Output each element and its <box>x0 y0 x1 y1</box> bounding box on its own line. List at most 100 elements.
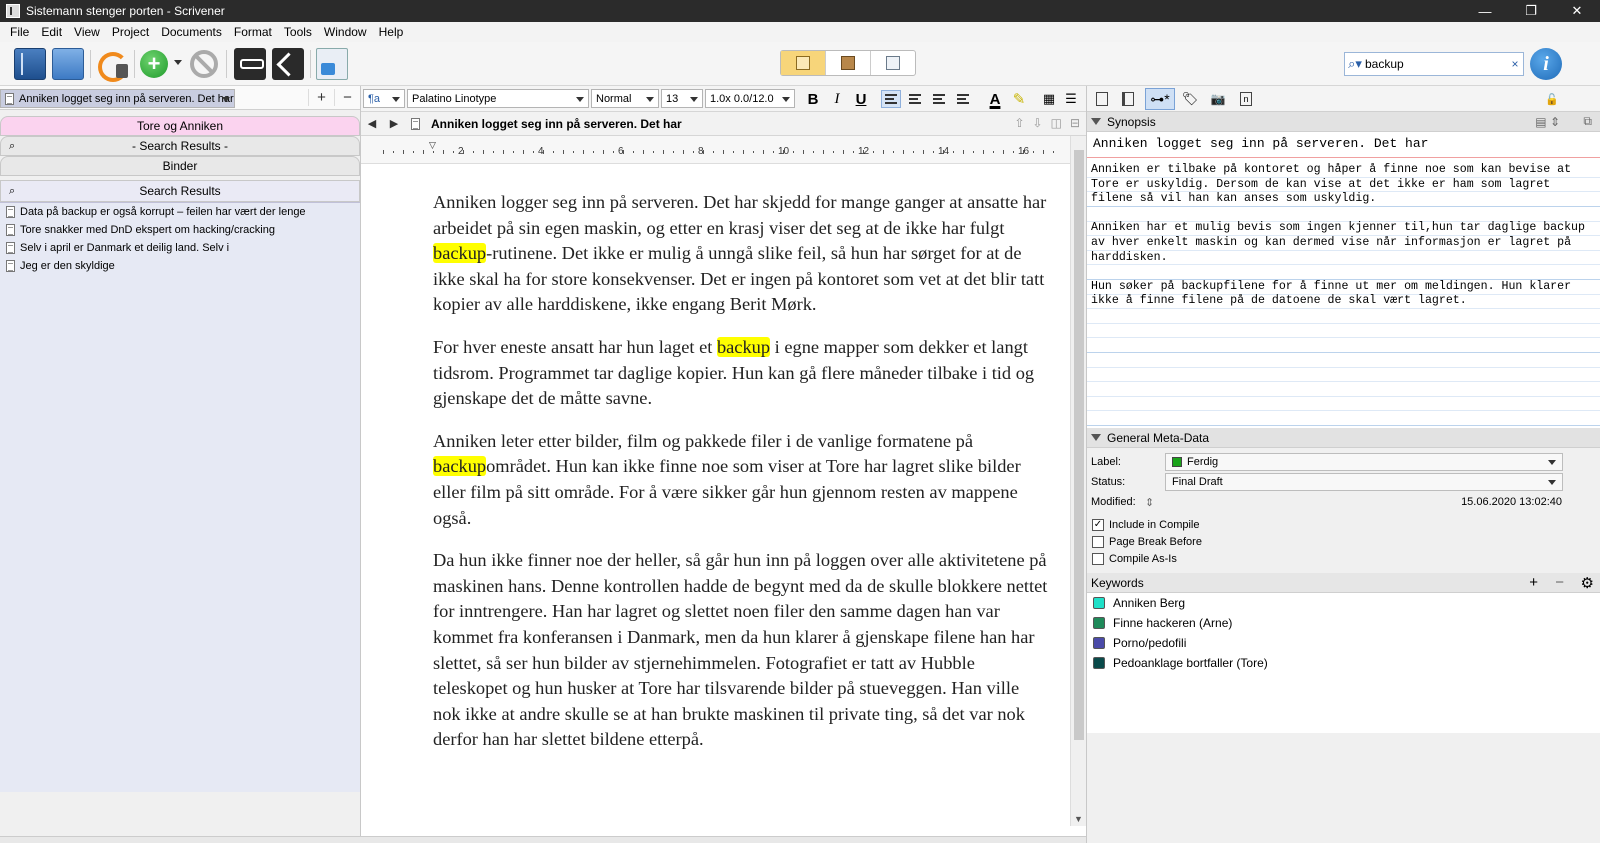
outliner-view-button[interactable] <box>871 51 915 75</box>
notes-tab-icon[interactable] <box>1091 88 1113 110</box>
split-vertical-icon[interactable]: ◫ <box>1051 116 1062 130</box>
synopsis-mode-icon[interactable]: ▤ ⇕ <box>1535 115 1560 129</box>
forward-arrow-icon[interactable]: ▶ <box>383 117 405 130</box>
scroll-down-icon[interactable]: ▼ <box>1074 814 1083 824</box>
compile-icon[interactable] <box>316 48 348 80</box>
sync-icon[interactable] <box>96 48 128 82</box>
align-left-button[interactable] <box>881 90 901 108</box>
keywords-tab-icon[interactable]: ⊶* <box>1145 88 1175 110</box>
menu-file[interactable]: File <box>4 25 35 39</box>
table-icon[interactable]: ▦ <box>1039 90 1059 108</box>
align-justify-button[interactable] <box>929 90 949 108</box>
keyword-item[interactable]: Finne hackeren (Arne) <box>1087 613 1600 633</box>
keyword-label: Anniken Berg <box>1113 596 1186 610</box>
highlight-color-icon[interactable]: ✎ <box>1009 90 1029 108</box>
inspector-tabs: ⊶* 🏷 📷 n 🔓 <box>1087 86 1600 112</box>
editor-document-title[interactable]: Anniken logget seg inn på serveren. Det … <box>431 117 682 131</box>
composition-mode-icon[interactable] <box>272 48 304 80</box>
editor-scrollbar[interactable]: ▼ <box>1070 136 1086 826</box>
active-collection-header: ⌕ Search Results <box>0 180 360 202</box>
list-item[interactable]: Selv i april er Danmark et deilig land. … <box>0 239 360 257</box>
inspector-toggle-icon[interactable]: i <box>1530 48 1562 80</box>
delete-disabled-icon[interactable] <box>190 50 218 78</box>
gear-icon[interactable]: ⚙ <box>1581 574 1594 592</box>
keyword-item[interactable]: Anniken Berg <box>1087 593 1600 613</box>
back-arrow-icon[interactable]: ◀ <box>361 117 383 130</box>
metadata-tab-icon[interactable]: 🏷 <box>1179 88 1201 110</box>
underline-button[interactable]: U <box>851 90 871 108</box>
menu-project[interactable]: Project <box>106 25 155 39</box>
status-select[interactable]: Final Draft <box>1165 473 1563 491</box>
ruler-tick <box>1043 150 1044 154</box>
comments-tab-icon[interactable]: n <box>1235 88 1257 110</box>
remove-collection-button[interactable]: − <box>334 89 360 106</box>
keywords-icon[interactable] <box>234 48 266 80</box>
add-dropdown-arrow-icon[interactable] <box>174 60 182 65</box>
collection-tab-tore-og-anniken[interactable]: Tore og Anniken <box>0 116 360 136</box>
synopsis-header[interactable]: Synopsis ▤ ⇕ ⧉ <box>1087 112 1600 132</box>
list-icon[interactable]: ☰ <box>1061 90 1081 108</box>
font-weight-select[interactable]: Normal <box>591 89 659 108</box>
menu-format[interactable]: Format <box>228 25 278 39</box>
add-collection-button[interactable]: + <box>308 89 334 106</box>
close-window-button[interactable]: ✕ <box>1554 0 1600 22</box>
search-icon[interactable]: ⌕▾ <box>1345 56 1365 72</box>
binder-toggle-icon[interactable] <box>14 48 46 80</box>
add-keyword-button[interactable]: + <box>1529 574 1538 591</box>
page-break-before-checkbox[interactable] <box>1092 535 1104 548</box>
font-size-select[interactable]: 13 <box>661 89 703 108</box>
collection-tab-binder[interactable]: Binder <box>0 156 360 176</box>
ruler-tick <box>693 151 694 153</box>
collection-tab-search-results[interactable]: ⌕ - Search Results - <box>0 136 360 156</box>
line-spacing-select[interactable]: 1.0x 0.0/12.0 <box>705 89 795 108</box>
font-family-select[interactable]: Palatino Linotype <box>407 89 589 108</box>
clear-search-icon[interactable]: × <box>1507 57 1523 71</box>
corkboard-view-button[interactable] <box>826 51 871 75</box>
document-text[interactable]: Anniken logger seg inn på serveren. Det … <box>433 190 1048 770</box>
menu-edit[interactable]: Edit <box>35 25 68 39</box>
list-item[interactable]: Tore snakker med DnD ekspert om hacking/… <box>0 221 360 239</box>
keyword-item[interactable]: Porno/pedofili <box>1087 633 1600 653</box>
synopsis-text[interactable]: Anniken er tilbake på kontoret og håper … <box>1087 158 1600 428</box>
align-center-button[interactable] <box>905 90 925 108</box>
scrollbar-thumb[interactable] <box>1074 150 1084 740</box>
label-select[interactable]: Ferdig <box>1165 453 1563 471</box>
indent-marker-icon[interactable]: ▽ <box>429 140 436 151</box>
list-item[interactable]: Data på backup er også korrupt – feilen … <box>0 203 360 221</box>
bold-button[interactable]: B <box>803 90 823 108</box>
synopsis-image-icon[interactable]: ⧉ <box>1583 114 1592 129</box>
align-right-button[interactable] <box>953 90 973 108</box>
add-document-icon[interactable]: + <box>140 50 168 78</box>
references-tab-icon[interactable] <box>1117 88 1139 110</box>
paragraph-style-select[interactable]: ¶a <box>363 89 405 108</box>
date-toggle-icon[interactable]: ⇕ <box>1145 496 1154 509</box>
italic-button[interactable]: I <box>827 90 847 108</box>
menu-tools[interactable]: Tools <box>278 25 318 39</box>
menu-documents[interactable]: Documents <box>155 25 228 39</box>
next-document-icon[interactable]: ⇩ <box>1033 116 1043 130</box>
menu-help[interactable]: Help <box>373 25 410 39</box>
ruler[interactable]: 2 4 6 8 10 12 14 16 ▽ <box>361 136 1070 164</box>
remove-keyword-button[interactable]: − <box>1555 574 1564 591</box>
list-item-selected[interactable]: Anniken logget seg inn på serveren. Det … <box>0 89 235 108</box>
search-input[interactable] <box>1365 57 1507 71</box>
include-in-compile-checkbox[interactable]: ✓ <box>1092 518 1104 531</box>
scrivenings-view-button[interactable] <box>781 51 826 75</box>
text-color-button[interactable]: A <box>985 90 1005 108</box>
snapshots-tab-icon[interactable]: 📷 <box>1207 88 1229 110</box>
synopsis-title-field[interactable]: Anniken logget seg inn på serveren. Det … <box>1087 132 1600 158</box>
previous-document-icon[interactable]: ⇧ <box>1014 116 1024 130</box>
split-horizontal-icon[interactable]: ⊟ <box>1070 116 1080 130</box>
general-metadata-header[interactable]: General Meta-Data <box>1087 428 1600 448</box>
collections-toggle-icon[interactable] <box>52 48 84 80</box>
ruler-tick <box>823 150 824 154</box>
maximize-button[interactable]: ❐ <box>1508 0 1554 22</box>
compile-as-is-checkbox[interactable] <box>1092 552 1104 565</box>
active-collection-label: Search Results <box>139 184 221 198</box>
menu-view[interactable]: View <box>68 25 106 39</box>
list-item[interactable]: Jeg er den skyldige <box>0 257 360 275</box>
minimize-button[interactable]: — <box>1462 0 1508 22</box>
menu-window[interactable]: Window <box>318 25 373 39</box>
lock-icon[interactable]: 🔓 <box>1541 88 1563 110</box>
keyword-item[interactable]: Pedoanklage bortfaller (Tore) <box>1087 653 1600 673</box>
